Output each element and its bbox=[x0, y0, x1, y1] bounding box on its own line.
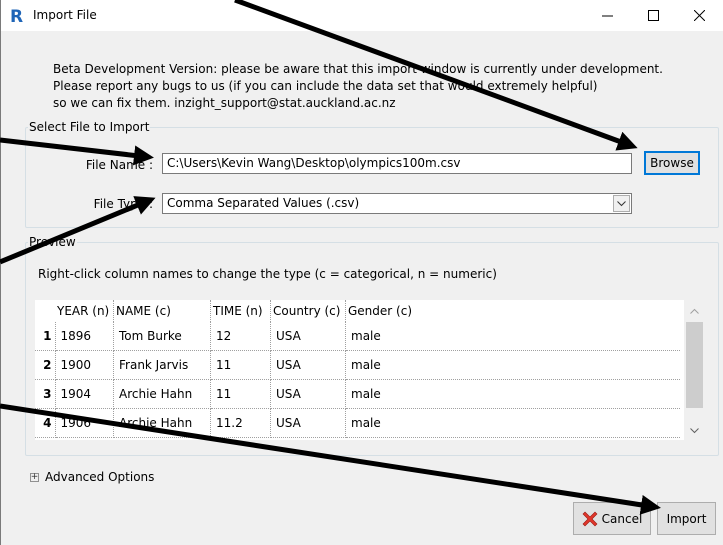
cancel-label: Cancel bbox=[601, 511, 643, 526]
table-cell: 11.2 bbox=[210, 408, 271, 438]
preview-hint: Right-click column names to change the t… bbox=[38, 267, 497, 281]
table-cell: Archie Hahn bbox=[113, 408, 211, 438]
window-title: Import File bbox=[33, 8, 97, 22]
close-icon bbox=[693, 10, 705, 21]
expand-plus-icon[interactable]: + bbox=[30, 472, 39, 482]
chevron-down-icon bbox=[617, 200, 626, 206]
table-cell: 1906 bbox=[55, 408, 114, 438]
column-header-name[interactable]: NAME (c) bbox=[113, 300, 211, 322]
browse-button[interactable]: Browse bbox=[644, 151, 700, 175]
close-button[interactable] bbox=[676, 0, 722, 31]
column-header-year[interactable]: YEAR (n) bbox=[55, 300, 114, 322]
file-type-select[interactable]: Comma Separated Values (.csv) bbox=[162, 193, 632, 214]
scrollbar-thumb[interactable] bbox=[686, 322, 703, 408]
table-cell: 12 bbox=[210, 322, 271, 351]
table-cell: USA bbox=[270, 408, 346, 438]
table-row: 1 1896 Tom Burke 12 USA male bbox=[35, 322, 680, 351]
file-type-label: File Type : bbox=[93, 197, 153, 211]
table-cell: USA bbox=[270, 322, 346, 351]
row-number: 3 bbox=[35, 379, 56, 409]
file-name-input[interactable]: C:\Users\Kevin Wang\Desktop\olympics100m… bbox=[162, 153, 632, 174]
table-row: 4 1906 Archie Hahn 11.2 USA male bbox=[35, 408, 680, 438]
table-cell: Tom Burke bbox=[113, 322, 211, 351]
column-header-time[interactable]: TIME (n) bbox=[210, 300, 271, 322]
minimize-button[interactable] bbox=[584, 0, 630, 31]
row-number: 2 bbox=[35, 350, 56, 380]
table-cell: USA bbox=[270, 379, 346, 409]
svg-text:R: R bbox=[10, 7, 23, 24]
row-number: 4 bbox=[35, 408, 56, 438]
cancel-x-icon bbox=[582, 511, 598, 526]
title-bar: R Import File bbox=[1, 0, 723, 31]
beta-notice: Beta Development Version: please be awar… bbox=[53, 61, 713, 112]
preview-table: YEAR (n) NAME (c) TIME (n) Country (c) G… bbox=[35, 300, 706, 440]
table-cell: 1904 bbox=[55, 379, 114, 409]
cancel-button[interactable]: Cancel bbox=[573, 502, 651, 535]
table-cell: Archie Hahn bbox=[113, 379, 211, 409]
file-type-dropdown-button[interactable] bbox=[613, 195, 630, 212]
table-cell: male bbox=[345, 322, 680, 351]
select-file-legend: Select File to Import bbox=[29, 120, 150, 134]
table-cell: 11 bbox=[210, 350, 271, 380]
row-number-header bbox=[35, 300, 55, 322]
column-header-gender[interactable]: Gender (c) bbox=[346, 300, 681, 322]
advanced-options-toggle[interactable]: + Advanced Options bbox=[30, 470, 154, 484]
r-app-icon: R bbox=[9, 7, 26, 24]
notice-line: so we can fix them. inzight_support@stat… bbox=[53, 96, 396, 110]
table-row: 2 1900 Frank Jarvis 11 USA male bbox=[35, 350, 680, 380]
file-name-label: File Name : bbox=[85, 158, 153, 172]
table-cell: USA bbox=[270, 350, 346, 380]
table-cell: male bbox=[345, 379, 680, 409]
import-button[interactable]: Import bbox=[657, 502, 716, 535]
file-type-selected: Comma Separated Values (.csv) bbox=[167, 196, 360, 210]
table-header-row: YEAR (n) NAME (c) TIME (n) Country (c) G… bbox=[35, 300, 680, 322]
chevron-down-icon[interactable] bbox=[690, 428, 699, 434]
chevron-up-icon[interactable] bbox=[690, 308, 699, 314]
maximize-button[interactable] bbox=[630, 0, 676, 31]
table-cell: 1896 bbox=[55, 322, 114, 351]
row-number: 1 bbox=[35, 322, 56, 351]
preview-scrollbar[interactable] bbox=[684, 300, 706, 440]
maximize-icon bbox=[647, 10, 659, 21]
table-cell: Frank Jarvis bbox=[113, 350, 211, 380]
import-file-window: R Import File Beta Development Version: … bbox=[0, 0, 723, 545]
notice-line: Beta Development Version: please be awar… bbox=[53, 62, 663, 76]
preview-legend: Preview bbox=[29, 235, 76, 249]
table-cell: 11 bbox=[210, 379, 271, 409]
table-cell: male bbox=[345, 350, 680, 380]
advanced-options-label: Advanced Options bbox=[45, 470, 155, 484]
column-header-country[interactable]: Country (c) bbox=[270, 300, 346, 322]
minimize-icon bbox=[601, 15, 613, 17]
table-row: 3 1904 Archie Hahn 11 USA male bbox=[35, 379, 680, 409]
table-cell: male bbox=[345, 408, 680, 438]
table-cell: 1900 bbox=[55, 350, 114, 380]
notice-line: Please report any bugs to us (if you can… bbox=[53, 79, 598, 93]
